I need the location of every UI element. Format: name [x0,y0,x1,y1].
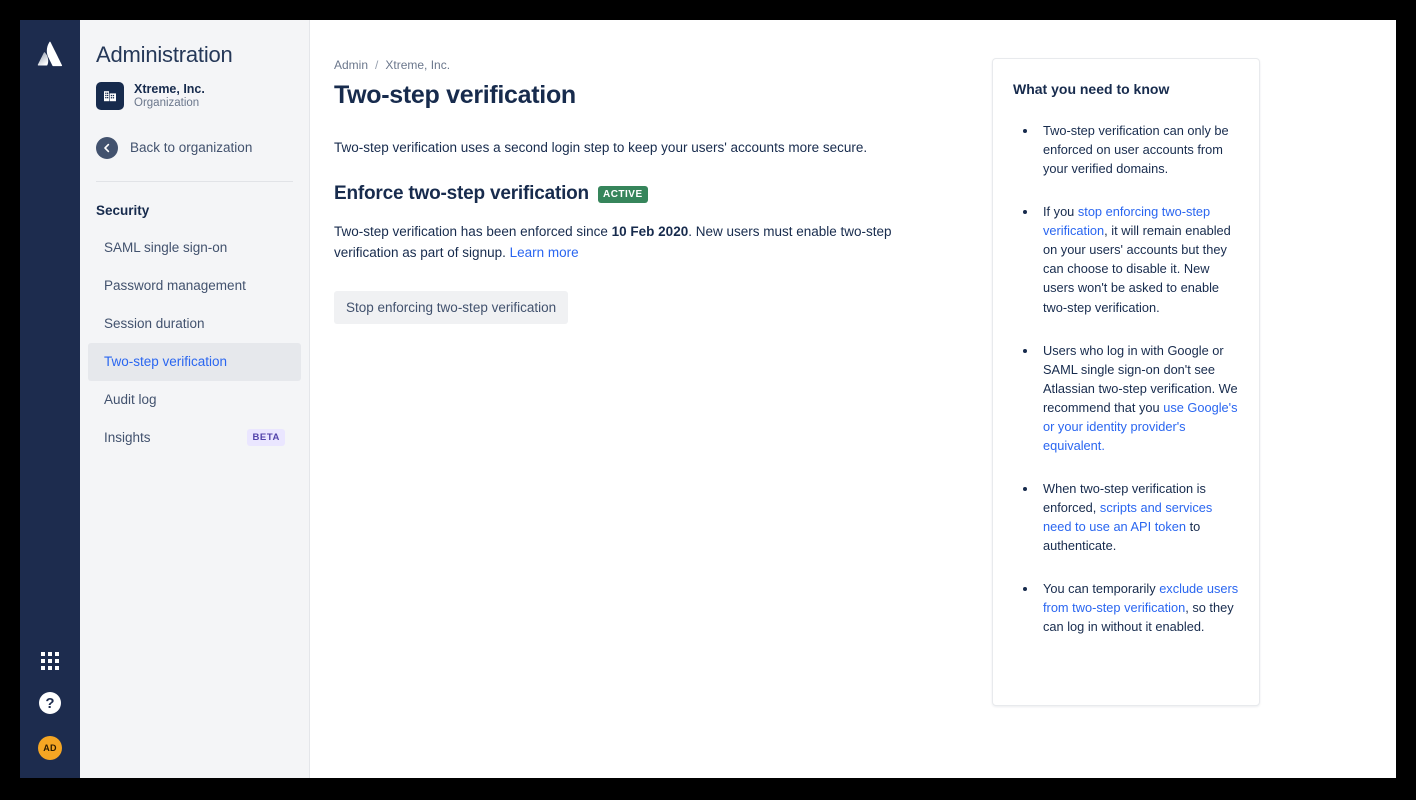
breadcrumb-separator: / [375,58,378,72]
sidebar-item-password-management[interactable]: Password management [88,267,301,305]
page-title-administration: Administration [80,42,309,68]
organization-summary[interactable]: Xtreme, Inc. Organization [80,68,309,111]
list-item: Two-step verification can only be enforc… [1013,121,1239,178]
avatar[interactable]: AD [38,736,62,760]
sidebar-item-two-step-verification[interactable]: Two-step verification [88,343,301,381]
breadcrumb-item-admin[interactable]: Admin [334,58,368,72]
info-panel-text: If you [1043,204,1078,219]
section-body-prefix: Two-step verification has been enforced … [334,224,612,239]
list-item: If you stop enforcing two-step verificat… [1013,202,1239,316]
beta-badge: BETA [247,429,285,446]
sidebar-item-label: Audit log [104,392,157,407]
organization-name: Xtreme, Inc. [134,82,205,96]
global-nav-top [36,40,64,68]
info-panel-text: Two-step verification can only be enforc… [1043,123,1229,176]
admin-sidebar: Administration [80,20,310,778]
global-navigation: ? AD [20,20,80,778]
global-nav-bottom: ? AD [38,652,62,760]
atlassian-logo-icon[interactable] [36,40,64,68]
sidebar-item-label: Insights [104,430,151,445]
sidebar-item-audit-log[interactable]: Audit log [88,381,301,419]
section-body-text: Two-step verification has been enforced … [334,222,894,264]
sidebar-item-insights[interactable]: Insights BETA [88,419,301,457]
building-icon [96,82,124,110]
sidebar-item-label: SAML single sign-on [104,240,227,255]
breadcrumb: Admin / Xtreme, Inc. [334,58,926,72]
list-item: Users who log in with Google or SAML sin… [1013,341,1239,455]
learn-more-link[interactable]: Learn more [510,245,579,260]
sidebar-item-session-duration[interactable]: Session duration [88,305,301,343]
app-window: ? AD Administration [20,20,1396,778]
page-intro-text: Two-step verification uses a second logi… [334,138,926,158]
app-switcher-grid-icon[interactable] [41,652,59,670]
breadcrumb-item-organization[interactable]: Xtreme, Inc. [385,58,450,72]
what-you-need-to-know-panel: What you need to know Two-step verificat… [992,58,1260,706]
sidebar-section-security: Security [80,192,309,229]
organization-meta: Xtreme, Inc. Organization [134,82,205,111]
sidebar-item-label: Session duration [104,316,205,331]
sidebar-item-label: Two-step verification [104,354,227,369]
list-item: When two-step verification is enforced, … [1013,479,1239,555]
help-question-icon[interactable]: ? [39,692,61,714]
back-to-organization-label: Back to organization [130,140,252,155]
list-item: You can temporarily exclude users from t… [1013,579,1239,636]
back-to-organization-link[interactable]: Back to organization [80,137,309,159]
info-column: What you need to know Two-step verificat… [950,58,1290,778]
section-title: Enforce two-step verification [334,183,589,205]
status-badge: ACTIVE [598,186,648,203]
main-column: Admin / Xtreme, Inc. Two-step verificati… [310,58,950,778]
sidebar-item-label: Password management [104,278,246,293]
info-panel-title: What you need to know [1013,81,1239,97]
info-panel-bullet-list: Two-step verification can only be enforc… [1013,121,1239,636]
organization-subtitle: Organization [134,97,205,110]
enforced-since-date: 10 Feb 2020 [612,224,689,239]
stop-enforcing-button[interactable]: Stop enforcing two-step verification [334,291,568,324]
sidebar-item-saml-single-sign-on[interactable]: SAML single sign-on [88,229,301,267]
sidebar-nav-list: Security SAML single sign-on Password ma… [80,182,309,457]
main-content: Admin / Xtreme, Inc. Two-step verificati… [310,20,1396,778]
arrow-left-circle-icon [96,137,118,159]
page-title: Two-step verification [334,81,926,110]
info-panel-text: You can temporarily [1043,581,1159,596]
section-header: Enforce two-step verification ACTIVE [334,183,926,205]
